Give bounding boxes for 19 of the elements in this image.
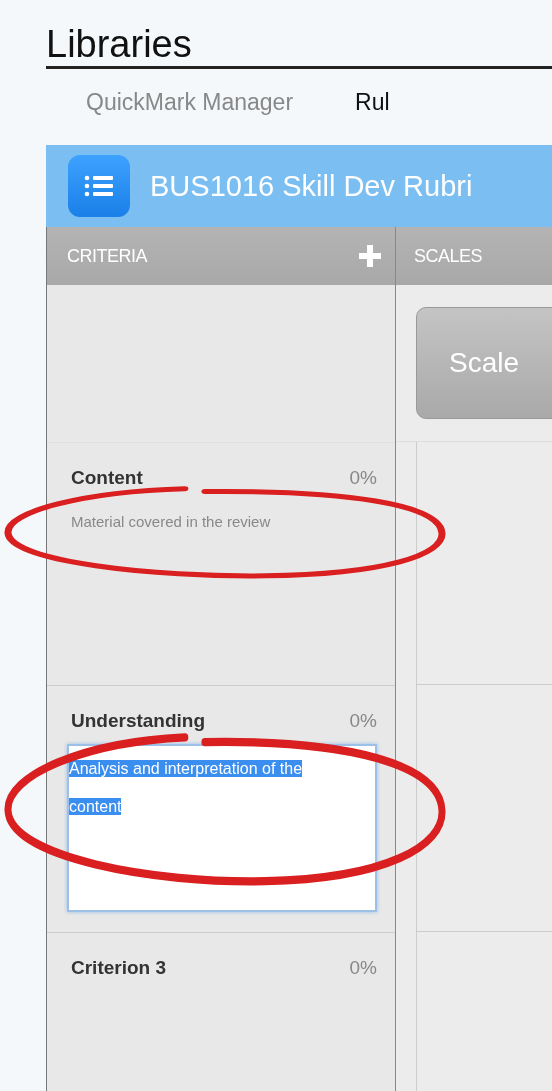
description-field[interactable]: Analysis and interpretation of the content [67, 744, 377, 912]
rubric-title: BUS1016 Skill Dev Rubri [150, 169, 473, 203]
criterion-weight: 0% [349, 710, 377, 732]
tab[interactable]: Rul [355, 89, 390, 127]
criterion-description: Material covered in the review [71, 513, 272, 530]
add-button[interactable] [359, 245, 381, 267]
criterion-name: Understanding [71, 710, 206, 732]
column-label: SCALES [414, 245, 483, 267]
criterion-name: Content [71, 467, 143, 489]
criterion-weight: 0% [349, 957, 377, 979]
list-icon [84, 174, 114, 198]
scale-button[interactable]: Scale [416, 307, 552, 419]
menu-button[interactable] [68, 155, 130, 217]
column-label: CRITERIA [67, 245, 147, 267]
criterion-weight: 0% [349, 467, 377, 489]
criterion-name: Criterion 3 [71, 957, 167, 979]
page-heading: Libraries [46, 22, 192, 66]
plus-icon [359, 245, 381, 267]
tab[interactable]: QuickMark Manager [86, 89, 294, 127]
